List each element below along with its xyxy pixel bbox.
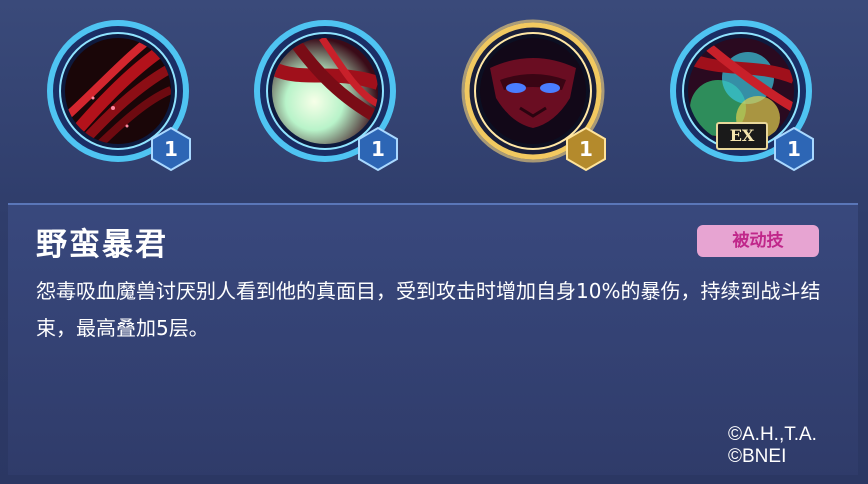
skill-slot-2[interactable]: 1 [250,16,400,172]
level-badge: 1 [149,126,193,172]
level-value: 1 [371,137,385,161]
skill-slot-1[interactable]: 1 [43,16,193,172]
level-badge: 1 [772,126,816,172]
skill-name: 野蛮暴君 [36,227,168,263]
skill-slot-3-selected[interactable]: 1 [458,16,608,172]
skill-slot-4[interactable]: EX 1 [666,16,816,172]
skill-selector: 1 1 1 EX 1 [0,0,868,200]
skill-description: 怨毒吸血魔兽讨厌别人看到他的真面目，受到攻击时增加自身10%的暴伤，持续到战斗结… [36,279,821,340]
level-value: 1 [787,137,801,161]
copyright-line-2: ©BNEI [728,446,787,467]
level-value: 1 [164,137,178,161]
ex-label: EX [716,122,768,150]
copyright-notice: ©A.H.,T.A. ©BNEI [728,424,858,468]
copyright-line-1: ©A.H.,T.A. [728,424,817,445]
level-badge-gold: 1 [564,126,608,172]
level-badge: 1 [356,126,400,172]
level-value: 1 [579,137,593,161]
skill-type-badge: 被动技 [697,225,819,257]
